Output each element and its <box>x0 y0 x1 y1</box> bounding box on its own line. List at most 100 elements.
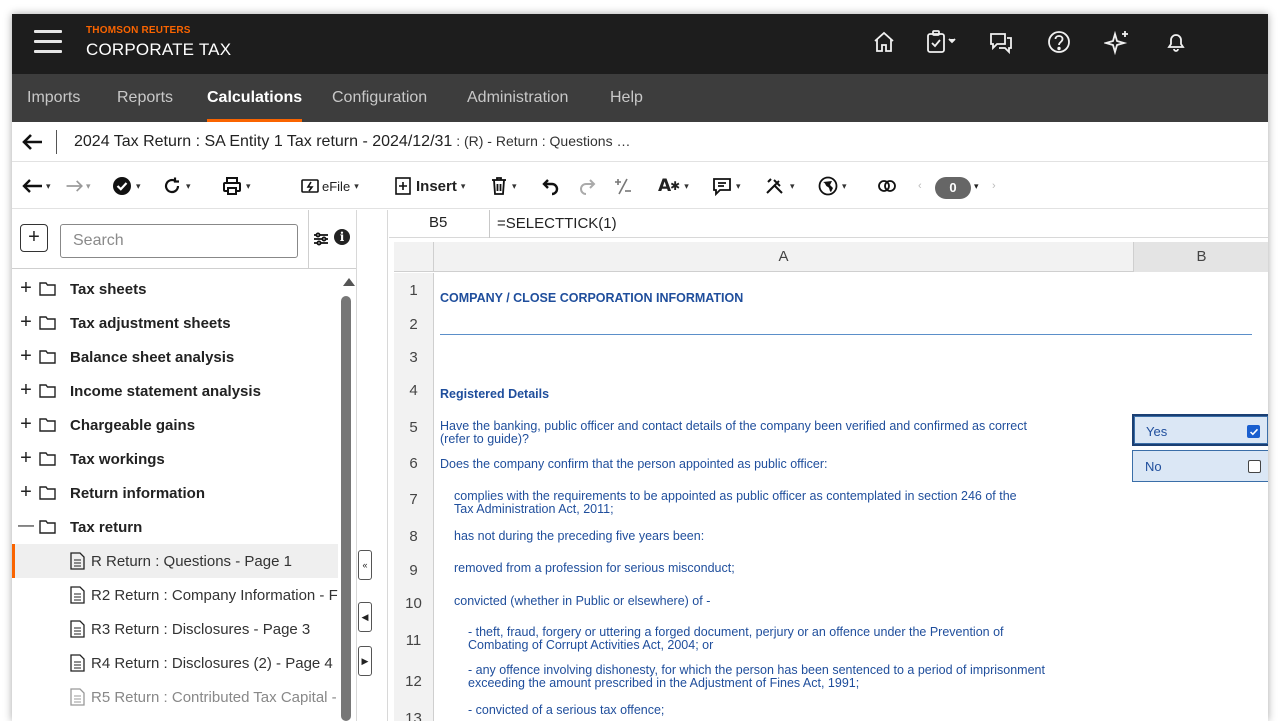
globe-icon[interactable]: ▾ <box>818 173 847 199</box>
nav-administration[interactable]: Administration <box>467 74 568 122</box>
text-format-icon[interactable]: A ✱ ▾ <box>658 173 689 199</box>
refresh-icon[interactable]: ▾ <box>162 173 191 199</box>
cell-a11[interactable]: - theft, fraud, forgery or uttering a fo… <box>468 626 1004 652</box>
tree-folder-tax-return[interactable]: — Tax return <box>12 510 338 544</box>
nav-help[interactable]: Help <box>610 74 643 122</box>
tree-folder-chargeable-gains[interactable]: + Chargeable gains <box>12 408 338 442</box>
tree-folder-return-information[interactable]: + Return information <box>12 476 338 510</box>
row-header[interactable]: 7 <box>394 480 434 520</box>
row-header[interactable]: 8 <box>394 520 434 554</box>
tree-doc-r-questions[interactable]: R Return : Questions - Page 1 <box>12 544 338 578</box>
expand-icon[interactable]: + <box>18 346 34 366</box>
print-icon[interactable]: ▾ <box>222 173 251 199</box>
tree-folder-income-statement-analysis[interactable]: + Income statement analysis <box>12 374 338 408</box>
insert-button[interactable]: Insert ▾ <box>394 173 465 199</box>
collapse-icon[interactable]: — <box>18 516 34 536</box>
expand-icon[interactable]: + <box>18 278 34 298</box>
redo-icon[interactable] <box>578 173 598 199</box>
column-header-b[interactable]: B <box>1134 242 1268 272</box>
splitter-right-arrow-icon[interactable]: ▶ <box>358 646 372 676</box>
search-input[interactable] <box>60 224 298 258</box>
no-checkbox[interactable] <box>1248 460 1261 473</box>
filter-sliders-icon[interactable] <box>312 230 330 248</box>
info-icon[interactable]: i <box>334 229 350 245</box>
badge-dropdown-icon[interactable]: ▾ <box>974 173 979 199</box>
help-icon[interactable] <box>1045 28 1073 56</box>
cell-a9[interactable]: removed from a profession for serious mi… <box>454 562 735 575</box>
bell-icon[interactable] <box>1162 28 1190 56</box>
expand-icon[interactable]: + <box>18 312 34 332</box>
cell-a10[interactable]: convicted (whether in Public or elsewher… <box>454 595 710 608</box>
clipboard-check-icon[interactable] <box>924 28 960 56</box>
row-header[interactable]: 6 <box>394 448 434 480</box>
nav-imports[interactable]: Imports <box>27 74 80 122</box>
yes-checkbox[interactable] <box>1247 425 1260 438</box>
check-icon[interactable]: ▾ <box>112 173 141 199</box>
cell-a5[interactable]: Have the banking, public officer and con… <box>440 420 1027 446</box>
row-header[interactable]: 9 <box>394 554 434 588</box>
tree-folder-tax-adjustment-sheets[interactable]: + Tax adjustment sheets <box>12 306 338 340</box>
tree-doc-r3-disclosures[interactable]: R3 Return : Disclosures - Page 3 <box>12 612 338 646</box>
percent-icon[interactable] <box>612 173 634 199</box>
cell-reference[interactable]: B5 <box>429 214 447 231</box>
row-header[interactable]: 3 <box>394 342 434 374</box>
chat-icon[interactable] <box>987 28 1015 56</box>
cell-a12[interactable]: - any offence involving dishonesty, for … <box>468 664 1045 690</box>
cell-b6-no-option[interactable]: No <box>1132 450 1268 482</box>
efile-button[interactable]: eFile ▾ <box>300 173 359 199</box>
column-header-a[interactable]: A <box>434 242 1134 272</box>
tree-folder-tax-workings[interactable]: + Tax workings <box>12 442 338 476</box>
tree-doc-r5-contributed-tax-capital[interactable]: R5 Return : Contributed Tax Capital - <box>12 680 338 714</box>
row-header[interactable]: 5 <box>394 408 434 448</box>
nav-reports[interactable]: Reports <box>117 74 173 122</box>
row-header[interactable]: 13 <box>394 702 434 721</box>
cell-a4[interactable]: Registered Details <box>440 388 549 401</box>
row-header[interactable]: 11 <box>394 620 434 662</box>
cell-b5-yes-option[interactable]: Yes <box>1132 414 1268 446</box>
expand-icon[interactable]: + <box>18 482 34 502</box>
cell-a7[interactable]: complies with the requirements to be app… <box>454 490 1017 516</box>
delete-icon[interactable]: ▾ <box>490 173 517 199</box>
add-button[interactable]: + <box>20 224 48 252</box>
expand-icon[interactable]: + <box>18 414 34 434</box>
badge-prev-icon[interactable]: ‹ <box>918 173 922 199</box>
hamburger-menu-icon[interactable] <box>34 28 62 56</box>
expand-icon[interactable]: + <box>18 380 34 400</box>
cell-a6[interactable]: Does the company confirm that the person… <box>440 458 828 471</box>
link-circles-icon[interactable] <box>876 173 898 199</box>
cell-a13[interactable]: - convicted of a serious tax offence; <box>468 704 664 717</box>
corner-cell[interactable] <box>394 242 434 272</box>
nav-calculations[interactable]: Calculations <box>207 74 303 122</box>
breadcrumb-title: 2024 Tax Return : SA Entity 1 Tax return… <box>74 133 630 151</box>
sparkle-icon[interactable] <box>1102 28 1132 56</box>
tree-scrollbar-thumb[interactable] <box>341 296 351 721</box>
tree-doc-r4-disclosures-2[interactable]: R4 Return : Disclosures (2) - Page 4 <box>12 646 338 680</box>
undo-icon[interactable] <box>540 173 560 199</box>
cell-a8[interactable]: has not during the preceding five years … <box>454 530 704 543</box>
count-badge[interactable]: 0 <box>935 177 971 199</box>
undo-nav-back-button[interactable]: ▾ <box>20 173 51 199</box>
comment-icon[interactable]: ▾ <box>712 173 741 199</box>
cell-a1[interactable]: COMPANY / CLOSE CORPORATION INFORMATION <box>440 292 743 305</box>
tree-doc-r2-company-information[interactable]: R2 Return : Company Information - F <box>12 578 338 612</box>
panel-splitter[interactable] <box>356 210 388 721</box>
tree-folder-balance-sheet-analysis[interactable]: + Balance sheet analysis <box>12 340 338 374</box>
row-header[interactable]: 10 <box>394 588 434 620</box>
formula-input[interactable]: =SELECTTICK(1) <box>497 215 617 232</box>
tools-icon[interactable]: ▾ <box>764 173 795 199</box>
row-header[interactable]: 4 <box>394 374 434 408</box>
row-header[interactable]: 12 <box>394 662 434 702</box>
back-arrow-icon[interactable] <box>20 130 46 154</box>
splitter-left-arrow-icon[interactable]: ◀ <box>358 602 372 632</box>
collapse-left-panel-icon[interactable]: « <box>358 550 372 580</box>
row-header[interactable]: 2 <box>394 308 434 342</box>
expand-icon[interactable]: + <box>18 448 34 468</box>
scroll-up-arrow-icon[interactable] <box>343 278 355 286</box>
home-icon[interactable] <box>870 28 898 56</box>
nav-forward-button[interactable]: ▾ <box>64 173 91 199</box>
badge-next-icon[interactable]: › <box>992 173 996 199</box>
row-header[interactable]: 1 <box>394 273 434 308</box>
brand-company: THOMSON REUTERS <box>86 25 191 36</box>
tree-folder-tax-sheets[interactable]: + Tax sheets <box>12 272 338 306</box>
nav-configuration[interactable]: Configuration <box>332 74 427 122</box>
